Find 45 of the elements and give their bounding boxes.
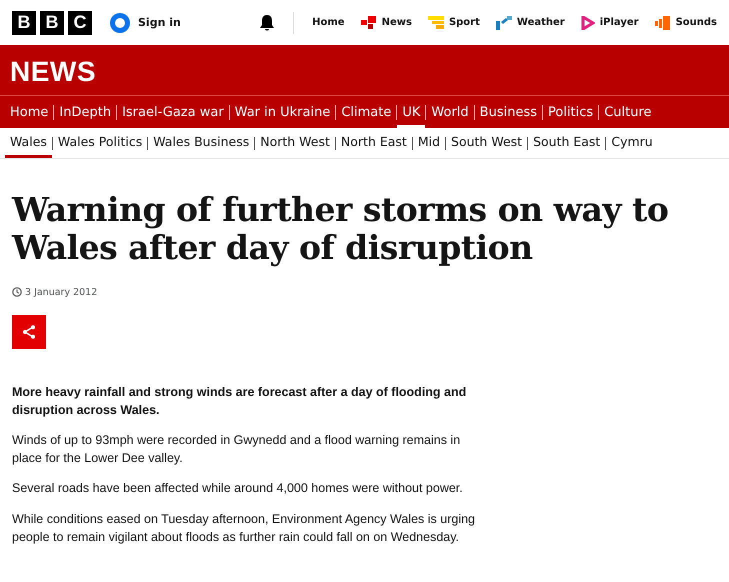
logo-letter[interactable]: C xyxy=(68,10,92,34)
squares-icon xyxy=(360,16,377,30)
subnav-link[interactable]: Cymru xyxy=(606,128,658,158)
header-link[interactable]: Home xyxy=(312,17,345,28)
lead-paragraph: More heavy rainfall and strong winds are forecast after a day of flooding and disruption across Wales. xyxy=(12,384,468,419)
subnav-link[interactable]: North East xyxy=(336,128,412,158)
play-icon xyxy=(580,16,595,30)
user-icon xyxy=(110,12,130,32)
header-link[interactable]: iPlayer xyxy=(580,16,639,30)
nav-link[interactable]: Culture xyxy=(599,99,657,128)
nav-link[interactable]: Israel-Gaza war xyxy=(117,99,229,128)
logo-letter[interactable]: B xyxy=(12,10,36,34)
subnav-link[interactable]: Wales Politics xyxy=(52,128,148,158)
bars-icon xyxy=(428,16,444,30)
sign-in-button[interactable]: Sign in xyxy=(110,12,181,32)
logo-letter[interactable]: B xyxy=(40,10,64,34)
share-icon xyxy=(22,324,36,339)
subnav-link[interactable]: South West xyxy=(446,128,528,158)
subnav-link[interactable]: Wales Business xyxy=(148,128,254,158)
headline: Warning of further storms on way to Wales after day of disruption xyxy=(12,191,670,267)
subnav-link[interactable]: South East xyxy=(528,128,606,158)
paragraph: While conditions eased on Tuesday afternoon, Environment Agency Wales is urging people to remain vigilant about floods as further rain could fall on on Wednesday. xyxy=(12,510,476,546)
publish-date: 3 January 2012 xyxy=(25,286,98,298)
nav-link[interactable]: War in Ukraine xyxy=(230,99,336,128)
bell-icon[interactable] xyxy=(259,14,276,32)
nav-link[interactable]: Business xyxy=(474,99,542,128)
nav-link[interactable]: Climate xyxy=(336,99,396,128)
subnav-link[interactable]: Mid xyxy=(412,128,446,158)
weather-icon xyxy=(496,16,512,30)
section-title[interactable]: NEWS xyxy=(10,56,96,88)
header-link[interactable]: Sport xyxy=(428,16,480,30)
paragraph: Winds of up to 93mph were recorded in Gwynedd and a flood warning remains in place for the Lower Dee valley. xyxy=(12,432,462,468)
nav-link[interactable]: World xyxy=(426,99,474,128)
nav-link[interactable]: InDepth xyxy=(54,99,116,128)
header-link[interactable]: Sounds xyxy=(654,16,717,30)
header-link[interactable]: News xyxy=(360,16,412,30)
header-link[interactable]: Weather xyxy=(496,16,565,30)
sounds-icon xyxy=(654,16,671,30)
subnav-link[interactable]: North West xyxy=(255,128,335,158)
subnav-link[interactable]: Wales xyxy=(5,128,52,158)
paragraph: Several roads have been affected while around 4,000 homes were without power. xyxy=(12,480,464,498)
share-button[interactable] xyxy=(12,314,46,349)
clock-icon xyxy=(12,287,22,298)
nav-link[interactable]: Politics xyxy=(543,99,598,128)
nav-link[interactable]: Home xyxy=(5,99,54,128)
